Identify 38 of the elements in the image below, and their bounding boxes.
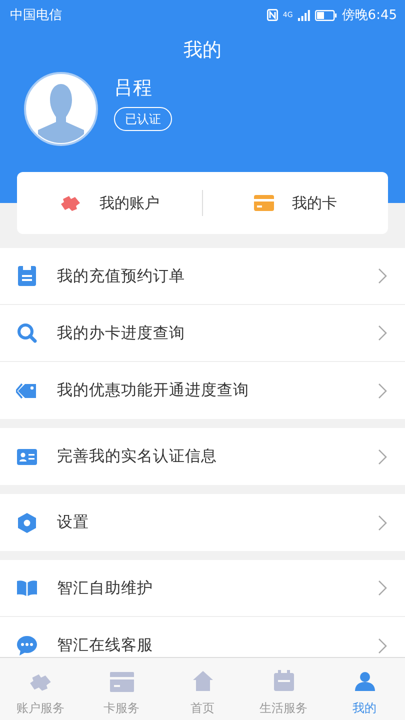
avatar-icon bbox=[24, 72, 98, 146]
battery-icon bbox=[314, 10, 337, 20]
id-card-icon bbox=[16, 448, 38, 464]
search-icon bbox=[16, 323, 38, 343]
chevron-icon bbox=[378, 382, 387, 398]
user-name: 吕程 bbox=[114, 76, 152, 101]
settings-icon bbox=[16, 512, 38, 532]
home-icon bbox=[192, 670, 214, 692]
time-text: 傍晚6:45 bbox=[342, 7, 397, 24]
verified-badge: 已认证 bbox=[114, 107, 172, 131]
chevron-icon bbox=[378, 448, 387, 464]
menu-item[interactable]: 智汇在线客服 bbox=[0, 617, 405, 657]
menu-item[interactable]: 设置 bbox=[0, 494, 405, 551]
person-icon bbox=[354, 670, 376, 692]
calendar-icon bbox=[272, 670, 294, 692]
page-title: 我的 bbox=[182, 38, 222, 63]
chevron-icon bbox=[378, 638, 387, 654]
quick-link[interactable]: 我的账户 bbox=[17, 172, 202, 234]
book-icon bbox=[16, 580, 38, 596]
menu-item[interactable]: 智汇自助维护 bbox=[0, 560, 405, 617]
quick-link[interactable]: 我的卡 bbox=[203, 172, 388, 234]
menu-item[interactable]: 我的优惠功能开通进度查询 bbox=[0, 362, 405, 419]
card-icon bbox=[110, 672, 134, 692]
menu-item[interactable]: 我的办卡进度查询 bbox=[0, 305, 405, 362]
card-icon bbox=[254, 195, 274, 211]
tag-icon bbox=[16, 382, 38, 398]
chevron-icon bbox=[378, 268, 387, 284]
nfc-icon bbox=[266, 9, 278, 21]
puzzle-icon bbox=[28, 672, 52, 692]
chevron-icon bbox=[378, 514, 387, 530]
carrier-text: 中国电信 bbox=[10, 7, 62, 24]
signal-icon bbox=[298, 10, 310, 20]
chevron-icon bbox=[378, 580, 387, 596]
clipboard-icon bbox=[16, 266, 38, 286]
puzzle-icon bbox=[60, 194, 82, 212]
chevron-icon bbox=[378, 325, 387, 341]
menu-item[interactable]: 完善我的实名认证信息 bbox=[0, 428, 405, 485]
menu-item[interactable]: 我的充值预约订单 bbox=[0, 248, 405, 305]
